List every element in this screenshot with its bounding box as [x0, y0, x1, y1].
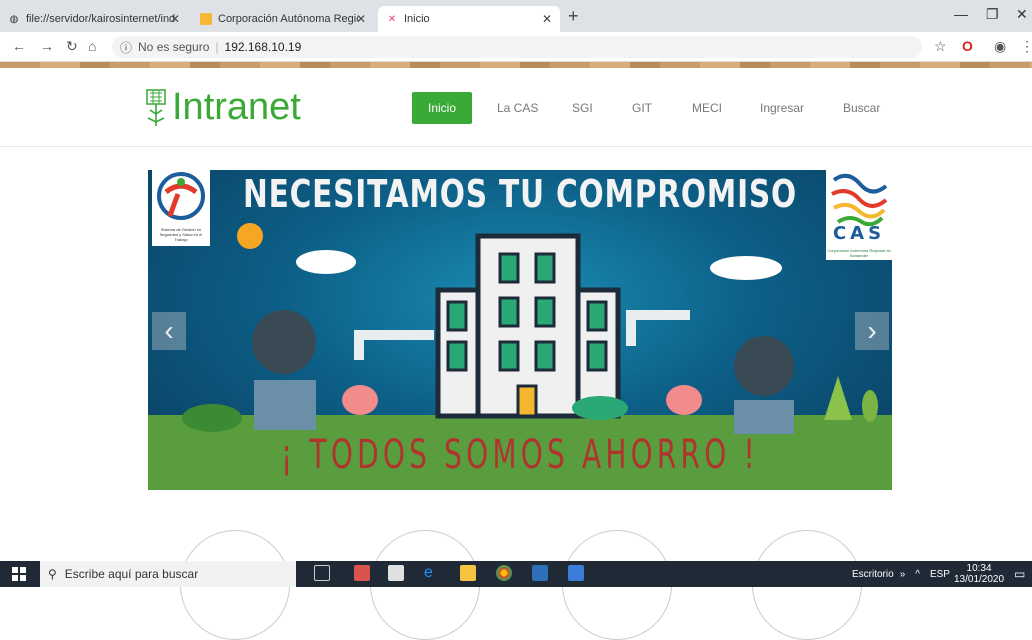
faucet-shape: [354, 330, 434, 360]
sgsst-logo: Sistema de Gestión en Seguridad y Salud …: [152, 170, 210, 246]
tab-corporacion[interactable]: Corporación Autónoma Regional ✕: [192, 6, 374, 32]
woman-figure: [734, 336, 794, 396]
minimize-icon[interactable]: —: [954, 6, 968, 22]
language-indicator[interactable]: ESP: [930, 569, 950, 580]
banner-subtitle: ¡ TODOS SOMOS AHORRO !: [281, 432, 759, 478]
forward-icon[interactable]: →: [40, 38, 54, 54]
carousel-prev-button[interactable]: ‹: [152, 312, 186, 350]
taskbar-search-input[interactable]: ⚲ Escribe aquí para buscar: [40, 561, 296, 587]
cas-logo: CAS Corporación Autónoma Regional de San…: [826, 170, 892, 260]
cas-favicon-icon: [200, 13, 212, 25]
intranet-favicon-icon: ✕: [387, 13, 397, 25]
windows-start-icon[interactable]: [12, 567, 26, 581]
banner-title: NECESITAMOS TU COMPROMISO: [242, 172, 797, 216]
bookmark-strip: [0, 62, 1032, 68]
nav-meci[interactable]: MECI: [692, 101, 722, 115]
expand-toolbar-icon[interactable]: »: [900, 569, 906, 580]
piggy-bank-shape: [666, 385, 702, 415]
tab-inicio[interactable]: ✕ Inicio ✕: [378, 6, 560, 32]
bookmark-star-icon[interactable]: ☆: [934, 38, 947, 55]
app-icon[interactable]: [568, 565, 584, 581]
edge-icon[interactable]: e: [424, 565, 440, 581]
nav-sgi[interactable]: SGI: [572, 101, 593, 115]
sgsst-emblem-icon: [157, 172, 205, 220]
windows-taskbar: ⚲ Escribe aquí para buscar e Escritorio …: [0, 561, 1032, 587]
info-icon[interactable]: ⓘ: [120, 39, 132, 56]
home-icon[interactable]: ⌂: [88, 38, 96, 54]
tree-shape: [824, 376, 852, 420]
search-icon: ⚲: [48, 567, 57, 581]
nav-buscar[interactable]: Buscar: [843, 101, 880, 115]
opera-icon[interactable]: O: [962, 38, 973, 54]
store-icon[interactable]: [388, 565, 404, 581]
nav-ingresar[interactable]: Ingresar: [760, 101, 804, 115]
tree-logo-icon: [146, 88, 166, 126]
browser-tabbar: ◍ file://servidor/kairosinternet/inde ✕ …: [0, 0, 1032, 32]
reload-icon[interactable]: ↻: [66, 38, 78, 55]
faucet-shape: [626, 310, 690, 346]
hero-carousel: Sistema de Gestión en Seguridad y Salud …: [148, 170, 892, 490]
restore-icon[interactable]: ❐: [986, 6, 999, 23]
back-icon[interactable]: ←: [12, 38, 26, 54]
piggy-bank-shape: [342, 385, 378, 415]
carousel-next-button[interactable]: ›: [855, 312, 889, 350]
media-player-icon[interactable]: [532, 565, 548, 581]
close-window-icon[interactable]: ✕: [1016, 6, 1028, 23]
task-view-icon[interactable]: [314, 565, 330, 581]
main-nav: Inicio: [412, 92, 473, 124]
site-logo[interactable]: Intranet: [144, 86, 301, 129]
header-divider: [0, 146, 1032, 147]
close-tab-icon[interactable]: ✕: [170, 12, 180, 26]
cloud-shape: [296, 250, 356, 274]
desktop-label[interactable]: Escritorio: [852, 569, 894, 580]
file-explorer-icon[interactable]: [460, 565, 476, 581]
nav-la-cas[interactable]: La CAS: [497, 101, 538, 115]
nav-inicio[interactable]: Inicio: [412, 92, 473, 124]
tab-file[interactable]: ◍ file://servidor/kairosinternet/inde ✕: [0, 6, 188, 32]
nav-git[interactable]: GIT: [632, 101, 652, 115]
cas-emblem-icon: [831, 173, 888, 227]
notification-icon[interactable]: ▭: [1014, 561, 1025, 587]
man-figure: [252, 310, 316, 374]
sun-icon: [237, 223, 263, 249]
address-bar: ← → ↻ ⌂ ⓘ No es seguro | 192.168.10.19 ☆…: [0, 32, 1032, 62]
office-icon[interactable]: [354, 565, 370, 581]
close-tab-icon[interactable]: ✕: [356, 12, 366, 26]
new-tab-button[interactable]: +: [568, 6, 579, 27]
url-input[interactable]: ⓘ No es seguro | 192.168.10.19: [112, 36, 922, 58]
chevron-up-icon[interactable]: ^: [915, 569, 920, 580]
cloud-shape: [710, 256, 782, 280]
clock[interactable]: 10:34 13/01/2020: [954, 561, 1004, 587]
menu-icon[interactable]: ⋮: [1020, 38, 1032, 55]
chevron-right-icon: ›: [867, 315, 877, 346]
chrome-icon[interactable]: [496, 565, 512, 581]
globe-icon: ◍: [9, 13, 19, 25]
close-tab-icon[interactable]: ✕: [542, 12, 552, 26]
account-icon[interactable]: ◉: [994, 38, 1006, 55]
tree-shape: [862, 390, 878, 422]
chevron-left-icon: ‹: [164, 315, 174, 346]
